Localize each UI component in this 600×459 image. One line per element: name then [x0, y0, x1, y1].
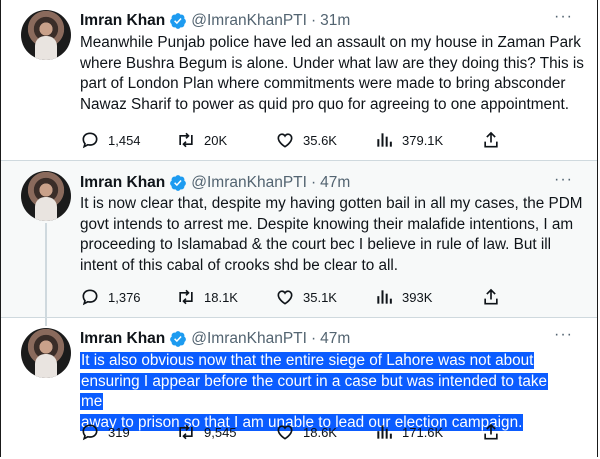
retweet-icon — [179, 132, 193, 148]
verified-badge-icon — [170, 175, 187, 191]
reply-count: 319 — [108, 424, 130, 440]
retweet-count: 18.1K — [204, 289, 238, 305]
retweet-count: 20K — [204, 132, 228, 148]
like-button[interactable]: 35.1K — [275, 286, 337, 308]
reply-button[interactable]: 1,454 — [80, 129, 141, 151]
author-name[interactable]: Imran Khan — [80, 330, 165, 348]
views-button[interactable]: 393K — [374, 286, 432, 308]
tweet-header: Imran Khan @ImranKhanPTI · 47m — [80, 328, 350, 350]
avatar[interactable] — [21, 171, 71, 221]
like-count: 35.6K — [303, 132, 337, 148]
retweet-button[interactable]: 9,545 — [176, 421, 237, 443]
views-count: 393K — [402, 289, 433, 305]
heart-icon — [277, 133, 293, 148]
heart-icon — [277, 290, 293, 305]
views-icon — [377, 425, 392, 439]
separator-dot: · — [310, 174, 317, 191]
thread-connector — [45, 223, 47, 319]
tweet-text: It is now clear that, despite my having … — [80, 195, 583, 274]
tweet-1[interactable]: Imran Khan @ImranKhanPTI · 31m ··· Meanw… — [1, 0, 597, 160]
share-icon — [484, 423, 498, 440]
share-icon — [484, 131, 498, 148]
reply-count: 1,454 — [108, 132, 141, 148]
timestamp[interactable]: 47m — [320, 330, 350, 348]
author-handle[interactable]: @ImranKhanPTI — [191, 174, 307, 192]
selected-text: It is also obvious now that the entire s… — [80, 352, 549, 431]
tweet-3[interactable]: Imran Khan @ImranKhanPTI · 47m ··· It is… — [1, 318, 597, 457]
timestamp[interactable]: 47m — [320, 174, 350, 192]
more-icon[interactable]: ··· — [554, 8, 573, 26]
views-button[interactable]: 171.6K — [374, 421, 443, 443]
author-handle[interactable]: @ImranKhanPTI — [191, 330, 307, 348]
views-icon — [377, 133, 392, 147]
views-button[interactable]: 379.1K — [374, 129, 443, 151]
retweet-button[interactable]: 18.1K — [176, 286, 238, 308]
more-icon[interactable]: ··· — [554, 171, 573, 189]
separator-dot: · — [310, 12, 317, 29]
more-icon[interactable]: ··· — [554, 326, 573, 344]
tweet-header: Imran Khan @ImranKhanPTI · 47m — [80, 172, 350, 194]
author-name[interactable]: Imran Khan — [80, 174, 165, 192]
author-name[interactable]: Imran Khan — [80, 12, 165, 30]
share-button[interactable] — [481, 421, 501, 443]
tweet-actions: 1,454 20K 35.6K 379.1K — [80, 129, 510, 151]
timestamp[interactable]: 31m — [320, 12, 350, 30]
reply-icon — [82, 424, 98, 441]
like-button[interactable]: 18.6K — [275, 421, 337, 443]
like-count: 35.1K — [303, 289, 337, 305]
reply-count: 1,376 — [108, 289, 141, 305]
views-count: 379.1K — [402, 132, 444, 148]
tweet-actions: 319 9,545 18.6K 171.6K — [80, 421, 510, 443]
reply-button[interactable]: 1,376 — [80, 286, 141, 308]
tweet-text: Meanwhile Punjab police have led an assa… — [80, 34, 584, 113]
share-icon — [484, 288, 498, 305]
verified-badge-icon — [170, 331, 187, 347]
author-handle[interactable]: @ImranKhanPTI — [191, 12, 307, 30]
avatar[interactable] — [21, 328, 71, 378]
share-button[interactable] — [481, 129, 501, 151]
tweet-actions: 1,376 18.1K 35.1K 393K — [80, 286, 510, 308]
reply-icon — [82, 289, 98, 306]
tweet-2[interactable]: Imran Khan @ImranKhanPTI · 47m ··· It is… — [1, 160, 597, 319]
tweet-header: Imran Khan @ImranKhanPTI · 31m — [80, 10, 350, 32]
verified-badge-icon — [170, 13, 187, 29]
thread-connector — [45, 318, 47, 326]
reply-button[interactable]: 319 — [80, 421, 130, 443]
separator-dot: · — [310, 330, 317, 347]
retweet-count: 9,545 — [204, 424, 237, 440]
retweet-icon — [179, 424, 193, 440]
views-count: 171.6K — [402, 424, 444, 440]
avatar[interactable] — [21, 10, 71, 60]
views-icon — [377, 290, 392, 304]
like-button[interactable]: 35.6K — [275, 129, 337, 151]
retweet-icon — [179, 289, 193, 305]
reply-icon — [82, 132, 98, 149]
like-count: 18.6K — [303, 424, 337, 440]
heart-icon — [277, 425, 293, 440]
share-button[interactable] — [481, 286, 501, 308]
retweet-button[interactable]: 20K — [176, 129, 227, 151]
